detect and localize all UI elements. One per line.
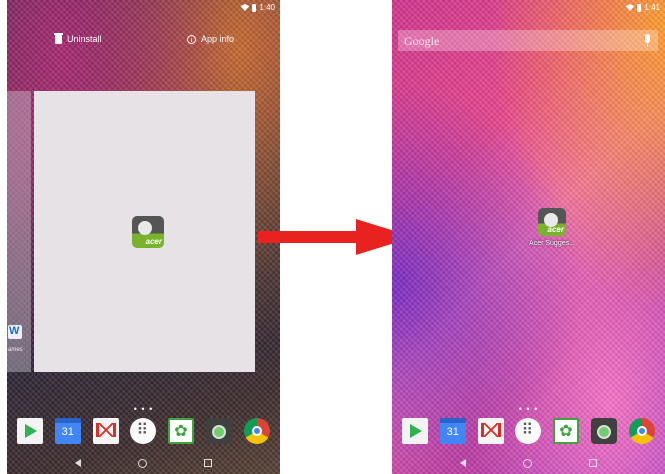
recents-icon[interactable]	[203, 459, 212, 467]
gmail-icon[interactable]	[92, 418, 119, 444]
uninstall-label: Uninstall	[67, 34, 102, 44]
adjacent-page-preview[interactable]: ames	[7, 91, 31, 372]
transition-arrow	[258, 219, 414, 255]
home-page-preview[interactable]: acer	[34, 91, 255, 372]
back-icon[interactable]	[460, 459, 467, 467]
page-indicator: • • •	[133, 404, 154, 414]
calendar-icon[interactable]: 31	[439, 418, 466, 444]
navigation-bar	[7, 452, 280, 474]
app-drawer-icon[interactable]	[515, 418, 542, 444]
play-store-icon[interactable]	[16, 418, 43, 444]
mic-icon[interactable]	[645, 34, 650, 47]
clock: 1:41	[644, 3, 660, 12]
status-icons: 1:40	[240, 3, 275, 12]
status-bar: 1:41	[392, 0, 665, 16]
dock: 31	[392, 416, 665, 446]
games-app-icon[interactable]	[8, 325, 22, 339]
info-icon: i	[187, 34, 196, 44]
battery-icon	[637, 3, 642, 12]
left-phone-screen: 1:40 Uninstall i App info ames acer • • …	[7, 0, 280, 474]
home-icon[interactable]	[137, 458, 147, 468]
dock: 31	[7, 416, 280, 446]
status-icons: 1:41	[625, 3, 660, 12]
acer-suggestions-icon: acer	[538, 208, 566, 236]
camera-icon[interactable]	[591, 418, 618, 444]
uninstall-button[interactable]: Uninstall	[54, 32, 102, 44]
app-info-button[interactable]: i App info	[187, 34, 234, 44]
app-drawer-icon[interactable]	[130, 418, 157, 444]
chrome-icon[interactable]	[628, 418, 655, 444]
calendar-icon[interactable]: 31	[54, 418, 81, 444]
acer-suggestions-icon: acer	[132, 216, 164, 248]
gallery-icon[interactable]	[553, 418, 580, 444]
dragged-app-icon[interactable]: acer	[132, 216, 166, 250]
home-app-shortcut[interactable]: acer Acer Sugges...	[529, 208, 575, 247]
battery-icon	[252, 3, 257, 12]
acer-wordmark: acer	[547, 225, 564, 234]
side-app-label: ames	[8, 347, 23, 353]
icon-glyph	[138, 221, 152, 235]
right-phone-screen: 1:41 Google acer Acer Sugges... • • • 31	[392, 0, 665, 474]
wifi-icon	[240, 4, 250, 11]
chrome-icon[interactable]	[243, 418, 270, 444]
camera-icon[interactable]	[206, 418, 233, 444]
acer-wordmark: acer	[145, 237, 162, 246]
home-icon[interactable]	[522, 458, 532, 468]
trash-icon	[54, 32, 63, 44]
page-indicator: • • •	[518, 404, 539, 414]
google-search-bar[interactable]: Google	[398, 30, 658, 51]
clock: 1:40	[259, 3, 275, 12]
back-icon[interactable]	[75, 459, 82, 467]
calendar-day: 31	[446, 426, 459, 438]
recents-icon[interactable]	[588, 459, 597, 467]
app-info-label: App info	[201, 34, 235, 44]
status-bar: 1:40	[7, 0, 280, 16]
app-label: Acer Sugges...	[529, 240, 575, 247]
gallery-icon[interactable]	[168, 418, 195, 444]
wifi-icon	[625, 4, 635, 11]
gmail-icon[interactable]	[477, 418, 504, 444]
wallpaper-texture	[392, 0, 665, 474]
search-placeholder: Google	[404, 34, 440, 48]
play-store-icon[interactable]	[401, 418, 428, 444]
navigation-bar	[392, 452, 665, 474]
calendar-day: 31	[61, 426, 74, 438]
